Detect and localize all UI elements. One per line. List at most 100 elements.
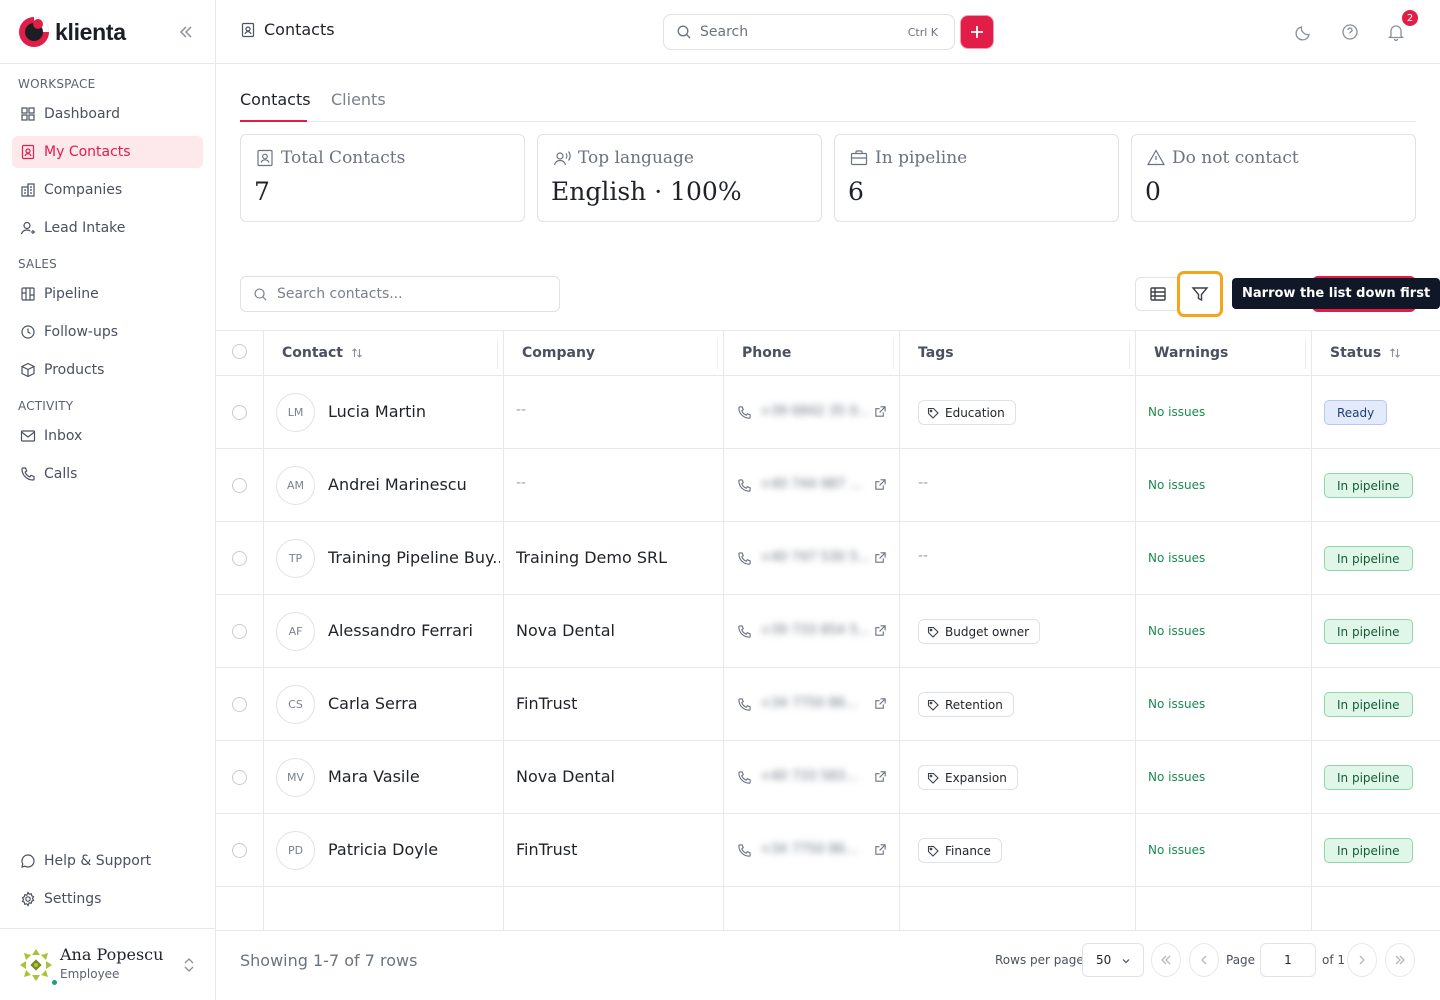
header-separator bbox=[497, 339, 498, 369]
first-page-button[interactable] bbox=[1151, 943, 1181, 977]
company-name[interactable]: Nova Dental bbox=[516, 621, 615, 640]
phone-number[interactable]: +34 7750 86... bbox=[760, 842, 858, 857]
external-link-icon[interactable] bbox=[874, 551, 887, 564]
phone-number[interactable]: +34 7750 86... bbox=[760, 696, 858, 711]
table-row[interactable]: TP Training Pipeline Buy... Training Demo … bbox=[216, 522, 1440, 595]
chevrons-right-icon bbox=[1395, 955, 1405, 965]
sidebar-item-calls[interactable]: Calls bbox=[12, 458, 203, 490]
add-button[interactable] bbox=[961, 16, 993, 48]
contact-name[interactable]: Lucia Martin bbox=[328, 402, 426, 421]
external-link-icon[interactable] bbox=[874, 478, 887, 491]
phone-number[interactable]: +40 744 987 ... bbox=[760, 477, 862, 492]
page-number-input[interactable]: 1 bbox=[1260, 943, 1316, 977]
tag-icon bbox=[927, 699, 939, 711]
table-row[interactable]: MV Mara Vasile Nova Dental +40 733 583... Ex… bbox=[216, 741, 1440, 814]
external-link-icon[interactable] bbox=[874, 843, 887, 856]
external-link-icon[interactable] bbox=[874, 624, 887, 637]
company-name[interactable]: Training Demo SRL bbox=[516, 548, 667, 567]
stat-value: 0 bbox=[1145, 177, 1161, 206]
bell-icon[interactable] bbox=[1386, 22, 1406, 42]
sidebar-item-label: My Contacts bbox=[44, 144, 131, 160]
global-search-input[interactable]: Search Ctrl K bbox=[663, 14, 955, 50]
tab-clients[interactable]: Clients bbox=[331, 90, 386, 122]
user-menu[interactable]: Ana Popescu Employee bbox=[0, 928, 216, 1000]
warning-icon bbox=[1146, 149, 1166, 166]
rows-per-page-select[interactable]: 50 bbox=[1082, 943, 1144, 977]
tag-empty: -- bbox=[918, 475, 929, 491]
external-link-icon[interactable] bbox=[874, 770, 887, 783]
company-name[interactable]: FinTrust bbox=[516, 694, 577, 713]
contact-name[interactable]: Mara Vasile bbox=[328, 767, 420, 786]
sidebar-item-dashboard[interactable]: Dashboard bbox=[12, 98, 203, 130]
contact-name[interactable]: Patricia Doyle bbox=[328, 840, 438, 859]
last-page-button[interactable] bbox=[1385, 943, 1415, 977]
sidebar-item-products[interactable]: Products bbox=[12, 354, 203, 386]
contact-name[interactable]: Training Pipeline Buy... bbox=[328, 548, 500, 567]
tag-chip[interactable]: Education bbox=[918, 400, 1016, 425]
table-row[interactable]: PD Patricia Doyle FinTrust +34 7750 86... Fi… bbox=[216, 814, 1440, 887]
sidebar-item-my-contacts[interactable]: My Contacts bbox=[12, 136, 203, 168]
column-header-label: Company bbox=[522, 345, 596, 361]
phone-number[interactable]: +39 733 854 5... bbox=[760, 623, 870, 638]
moon-icon[interactable] bbox=[1294, 22, 1314, 42]
column-header-contact[interactable]: Contact bbox=[282, 345, 363, 361]
contacts-search-input[interactable]: Search contacts... bbox=[240, 276, 560, 312]
company-name[interactable]: Nova Dental bbox=[516, 767, 615, 786]
section-title-sales: SALES bbox=[18, 257, 57, 271]
search-icon bbox=[254, 287, 267, 301]
row-checkbox[interactable] bbox=[232, 624, 247, 639]
column-header-status[interactable]: Status bbox=[1330, 345, 1401, 361]
collapse-sidebar-icon[interactable] bbox=[176, 22, 196, 42]
help-icon[interactable] bbox=[1340, 22, 1360, 42]
sidebar-item-settings[interactable]: Settings bbox=[12, 883, 203, 915]
row-checkbox[interactable] bbox=[232, 843, 247, 858]
status-badge: In pipeline bbox=[1324, 765, 1413, 790]
phone-number[interactable]: +40 747 530 5... bbox=[760, 550, 870, 565]
external-link-icon[interactable] bbox=[874, 697, 887, 710]
tab-contacts[interactable]: Contacts bbox=[240, 90, 311, 122]
chevron-up-down-icon[interactable] bbox=[182, 955, 196, 975]
sidebar-item-lead-intake[interactable]: Lead Intake bbox=[12, 212, 203, 244]
brand-logo[interactable]: klienta bbox=[18, 14, 126, 50]
contact-name[interactable]: Carla Serra bbox=[328, 694, 418, 713]
column-header-label: Status bbox=[1330, 345, 1382, 361]
tag-chip[interactable]: Retention bbox=[918, 692, 1014, 717]
row-checkbox[interactable] bbox=[232, 770, 247, 785]
column-header-tags[interactable]: Tags bbox=[918, 345, 954, 361]
tag-chip[interactable]: Finance bbox=[918, 838, 1002, 863]
contact-name[interactable]: Andrei Marinescu bbox=[328, 475, 467, 494]
sidebar-item-inbox[interactable]: Inbox bbox=[12, 420, 203, 452]
contact-name[interactable]: Alessandro Ferrari bbox=[328, 621, 473, 640]
company-name[interactable]: FinTrust bbox=[516, 840, 577, 859]
table-row[interactable]: CS Carla Serra FinTrust +34 7750 86... Reten… bbox=[216, 668, 1440, 741]
sidebar-item-label: Inbox bbox=[44, 428, 83, 444]
sidebar-item-follow-ups[interactable]: Follow-ups bbox=[12, 316, 203, 348]
table-row[interactable]: AF Alessandro Ferrari Nova Dental +39 733 8… bbox=[216, 595, 1440, 668]
column-header-warnings[interactable]: Warnings bbox=[1154, 345, 1228, 361]
row-checkbox[interactable] bbox=[232, 551, 247, 566]
sidebar-item-companies[interactable]: Companies bbox=[12, 174, 203, 206]
row-checkbox[interactable] bbox=[232, 405, 247, 420]
select-all-checkbox[interactable] bbox=[232, 344, 247, 359]
column-header-phone[interactable]: Phone bbox=[742, 345, 791, 361]
sidebar-item-help-support[interactable]: Help & Support bbox=[12, 845, 203, 877]
phone-icon bbox=[738, 552, 751, 565]
column-header-company[interactable]: Company bbox=[522, 345, 595, 361]
external-link-icon[interactable] bbox=[874, 405, 887, 418]
filter-button[interactable] bbox=[1177, 271, 1223, 317]
sidebar-item-pipeline[interactable]: Pipeline bbox=[12, 278, 203, 310]
phone-number[interactable]: +40 733 583... bbox=[760, 769, 858, 784]
stat-label-text: Top language bbox=[578, 148, 694, 168]
table-row[interactable]: AM Andrei Marinescu -- +40 744 987 ... -- No … bbox=[216, 449, 1440, 522]
table-row[interactable]: LM Lucia Martin -- +39 6842 35 0... Educatio… bbox=[216, 376, 1440, 449]
table-icon bbox=[1150, 287, 1166, 301]
row-checkbox[interactable] bbox=[232, 697, 247, 712]
prev-page-button[interactable] bbox=[1189, 943, 1219, 977]
row-checkbox[interactable] bbox=[232, 478, 247, 493]
tag-chip[interactable]: Budget owner bbox=[918, 619, 1041, 644]
next-page-button[interactable] bbox=[1347, 943, 1377, 977]
warning-status: No issues bbox=[1148, 551, 1206, 565]
table-view-button[interactable] bbox=[1135, 277, 1181, 311]
phone-number[interactable]: +39 6842 35 0... bbox=[760, 404, 870, 419]
tag-chip[interactable]: Expansion bbox=[918, 765, 1018, 790]
